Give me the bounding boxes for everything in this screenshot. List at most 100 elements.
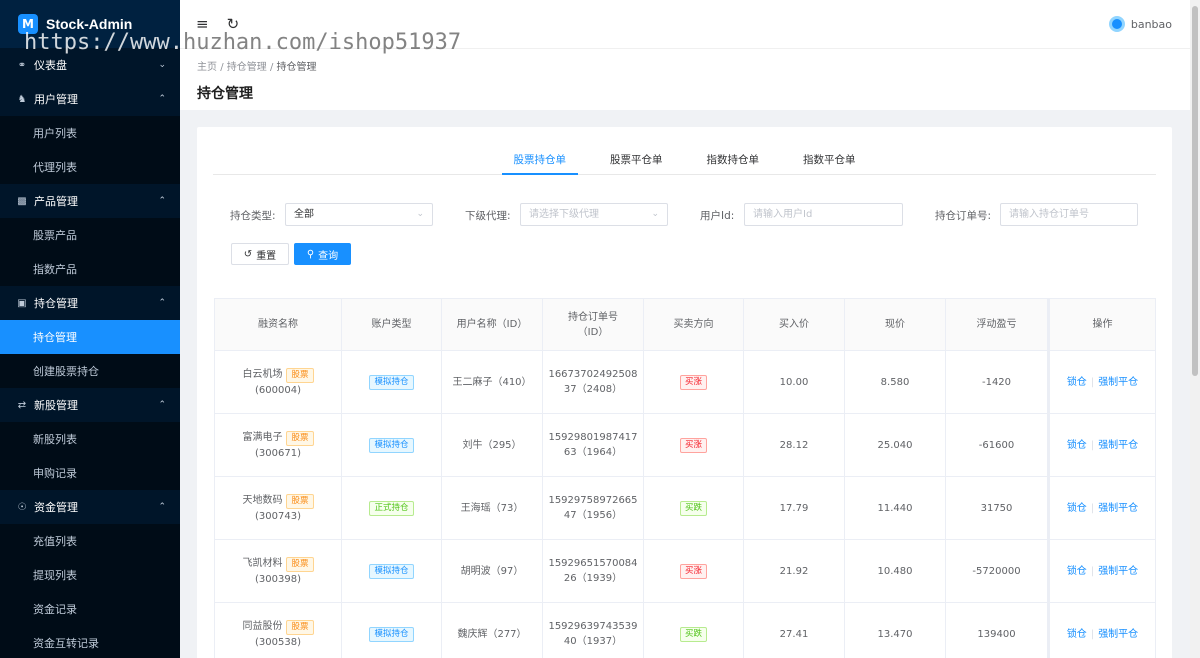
actions-cell: 锁仓 | 强制平仓 <box>1047 413 1156 477</box>
table-row: 同益股份 股票 (300538) 模拟持仓 魏庆辉（277） 15929639743539… <box>214 602 1156 658</box>
lock-position-link[interactable]: 锁仓 <box>1067 377 1087 388</box>
sidebar-item[interactable]: 持仓管理 <box>0 320 180 354</box>
sidebar-group-2[interactable]: ▩ 产品管理 ⌃ <box>0 184 180 218</box>
direction-tag: 买涨 <box>679 564 707 579</box>
pnl-cell: 139400 <box>945 602 1049 658</box>
sidebar-group-label: 持仓管理 <box>34 297 78 310</box>
chevron-down-icon: ⌄ <box>651 209 659 219</box>
scrollbar-thumb[interactable] <box>1192 6 1198 376</box>
app-logo[interactable]: M Stock-Admin <box>0 0 180 48</box>
sidebar-group-5[interactable]: ☉ 资金管理 ⌃ <box>0 490 180 524</box>
stock-code: (300538) <box>255 636 301 648</box>
sidebar-item[interactable]: 指数产品 <box>0 252 180 286</box>
order-no-label: 持仓订单号: <box>935 210 992 222</box>
direction-tag: 买涨 <box>679 375 707 390</box>
sidebar-group-label: 产品管理 <box>34 195 78 208</box>
direction-cell: 买涨 <box>643 350 744 414</box>
position-type-value: 全部 <box>294 209 314 220</box>
account-type-cell: 模拟持仓 <box>341 539 442 603</box>
order-no-input[interactable] <box>1000 203 1138 226</box>
actions-cell: 锁仓 | 强制平仓 <box>1047 602 1156 658</box>
query-button-label: 查询 <box>318 250 339 262</box>
sidebar-item[interactable]: 股票产品 <box>0 218 180 252</box>
breadcrumb-section[interactable]: 持仓管理 <box>227 62 267 73</box>
lock-position-link[interactable]: 锁仓 <box>1067 629 1087 640</box>
query-button[interactable]: ⚲ 查询 <box>294 243 351 265</box>
sidebar-group-0[interactable]: ⚭ 仪表盘 ⌄ <box>0 48 180 82</box>
sidebar-item[interactable]: 资金互转记录 <box>0 626 180 658</box>
sidebar-item[interactable]: 代理列表 <box>0 150 180 184</box>
sidebar-group-4[interactable]: ⇄ 新股管理 ⌃ <box>0 388 180 422</box>
tab-stock-closed[interactable]: 股票平仓单 <box>598 147 675 175</box>
current-price-cell: 13.470 <box>844 602 946 658</box>
pnl-cell: -5720000 <box>945 539 1049 603</box>
top-header: ≡ ↻ banbao <box>180 0 1190 48</box>
user-id-input[interactable] <box>744 203 903 226</box>
stock-tag: 股票 <box>286 556 314 572</box>
lock-position-link[interactable]: 锁仓 <box>1067 566 1087 577</box>
sidebar-item[interactable]: 申购记录 <box>0 456 180 490</box>
force-close-link[interactable]: 强制平仓 <box>1098 566 1138 577</box>
sidebar-group-label: 新股管理 <box>34 399 78 412</box>
refresh-icon[interactable]: ↻ <box>227 15 240 33</box>
stock-name: 飞凯材料 <box>242 557 283 569</box>
position-type-select[interactable]: 全部 ⌄ <box>285 203 433 226</box>
user-menu[interactable]: banbao <box>1108 16 1172 32</box>
sidebar-group-label: 资金管理 <box>34 501 78 514</box>
actions-cell: 锁仓 | 强制平仓 <box>1047 350 1156 414</box>
page-scrollbar[interactable] <box>1190 0 1200 658</box>
force-close-link[interactable]: 强制平仓 <box>1098 377 1138 388</box>
column-header: 现价 <box>844 298 946 351</box>
sidebar-item[interactable]: 资金记录 <box>0 592 180 626</box>
breadcrumb-home[interactable]: 主页 <box>197 62 217 73</box>
user-cell: 王海瑶（73） <box>441 476 543 540</box>
user-cell: 魏庆辉（277） <box>441 602 543 658</box>
stock-name: 同益股份 <box>242 620 283 632</box>
avatar <box>1108 16 1125 32</box>
column-header: 融资名称 <box>214 298 342 351</box>
table-header-row: 融资名称 账户类型 用户名称（ID） 持仓订单号 （ID） 买卖方向 买入价 现价 浮动盈亏操… <box>214 298 1156 351</box>
chevron-up-icon: ⌃ <box>158 196 166 206</box>
sidebar-item[interactable]: 提现列表 <box>0 558 180 592</box>
direction-cell: 买跌 <box>643 476 744 540</box>
lock-position-link[interactable]: 锁仓 <box>1067 503 1087 514</box>
sidebar-group-3[interactable]: ▣ 持仓管理 ⌃ <box>0 286 180 320</box>
collapse-menu-icon[interactable]: ≡ <box>196 15 209 33</box>
sidebar-item[interactable]: 新股列表 <box>0 422 180 456</box>
sidebar-menu: ⚭ 仪表盘 ⌄ ♞ 用户管理 ⌃ 用户列表 代理列表 ▩ 产品管理 ⌃ 股票产品 指数产品 ▣ 持仓管理 ⌃ 持… <box>0 48 180 658</box>
dashboard-icon: ⚭ <box>17 59 27 71</box>
sidebar-item[interactable]: 用户列表 <box>0 116 180 150</box>
tab-index-closed[interactable]: 指数平仓单 <box>791 147 868 175</box>
tab-index-positions[interactable]: 指数持仓单 <box>695 147 772 175</box>
direction-cell: 买涨 <box>643 413 744 477</box>
chevron-up-icon: ⌃ <box>158 298 166 308</box>
sidebar-group-label: 仪表盘 <box>34 59 67 72</box>
lock-position-link[interactable]: 锁仓 <box>1067 440 1087 451</box>
table-body: 白云机场 股票 (600004) 模拟持仓 王二麻子（410） 1667370249250… <box>214 350 1156 658</box>
buy-price-cell: 17.79 <box>743 476 845 540</box>
user-cell: 胡明波（97） <box>441 539 543 603</box>
pnl-cell: -1420 <box>945 350 1049 414</box>
stock-code: (300743) <box>255 510 301 522</box>
force-close-link[interactable]: 强制平仓 <box>1098 440 1138 451</box>
order-no-cell: 15929639743539 40（1937） <box>542 602 644 658</box>
account-type-tag: 模拟持仓 <box>369 564 414 579</box>
tab-stock-positions[interactable]: 股票持仓单 <box>501 147 578 175</box>
search-icon: ⚲ <box>306 248 315 260</box>
agent-select[interactable]: 请选择下级代理 ⌄ <box>520 203 668 226</box>
sidebar-group-1[interactable]: ♞ 用户管理 ⌃ <box>0 82 180 116</box>
table-row: 天地数码 股票 (300743) 正式持仓 王海瑶（73） 15929758972665 4… <box>214 476 1156 540</box>
logo-icon: M <box>18 14 38 34</box>
page-header: 主页 / 持仓管理 / 持仓管理 持仓管理 <box>180 48 1190 110</box>
force-close-link[interactable]: 强制平仓 <box>1098 629 1138 640</box>
account-type-tag: 模拟持仓 <box>369 438 414 453</box>
reset-button[interactable]: ↺ 重置 <box>231 243 289 265</box>
stock-tag: 股票 <box>286 430 314 446</box>
filter-bar: 持仓类型: 全部 ⌄ 下级代理: 请选择下级代理 ⌄ 用户Id: 持仓订单号: <box>230 203 1150 227</box>
sidebar-item[interactable]: 创建股票持仓 <box>0 354 180 388</box>
sidebar-item[interactable]: 充值列表 <box>0 524 180 558</box>
account-type-tag: 模拟持仓 <box>369 375 414 390</box>
order-no-cell: 15929651570084 26（1939） <box>542 539 644 603</box>
force-close-link[interactable]: 强制平仓 <box>1098 503 1138 514</box>
buy-price-cell: 21.92 <box>743 539 845 603</box>
